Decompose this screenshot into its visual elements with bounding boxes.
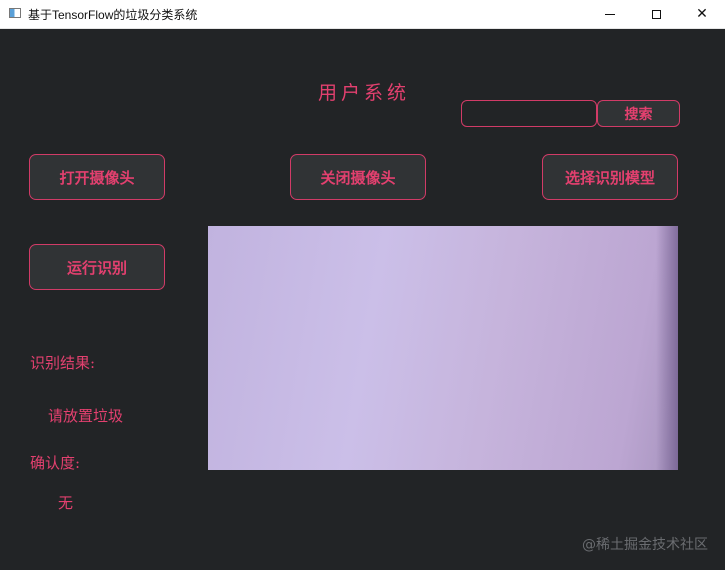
run-recognition-button[interactable]: 运行识别 xyxy=(29,244,165,290)
maximize-icon xyxy=(651,9,661,19)
result-label: 识别结果: xyxy=(30,354,96,372)
confidence-value: 无 xyxy=(58,494,74,512)
page-title: 用户系统 xyxy=(318,82,411,104)
close-icon: ✕ xyxy=(696,6,708,22)
camera-preview xyxy=(208,226,678,470)
search-input[interactable] xyxy=(461,100,597,127)
close-window-button[interactable]: ✕ xyxy=(679,0,725,28)
watermark: @稀土掘金技术社区 xyxy=(582,537,708,553)
result-value: 请放置垃圾 xyxy=(48,407,124,425)
title-bar: 基于TensorFlow的垃圾分类系统 ✕ xyxy=(0,0,725,29)
close-camera-button[interactable]: 关闭摄像头 xyxy=(290,154,426,200)
maximize-button[interactable] xyxy=(633,0,679,28)
search-button[interactable]: 搜索 xyxy=(597,100,680,127)
confidence-label: 确认度: xyxy=(30,454,81,472)
minimize-button[interactable] xyxy=(587,0,633,28)
window-app-icon xyxy=(9,8,21,18)
open-camera-button[interactable]: 打开摄像头 xyxy=(29,154,165,200)
window-title: 基于TensorFlow的垃圾分类系统 xyxy=(28,8,198,22)
camera-edge-shadow xyxy=(656,226,678,470)
app-window: 基于TensorFlow的垃圾分类系统 ✕ 用户系统 搜索 打开摄像头 关闭摄像… xyxy=(0,0,725,570)
minimize-icon xyxy=(605,13,615,15)
select-model-button[interactable]: 选择识别模型 xyxy=(542,154,678,200)
